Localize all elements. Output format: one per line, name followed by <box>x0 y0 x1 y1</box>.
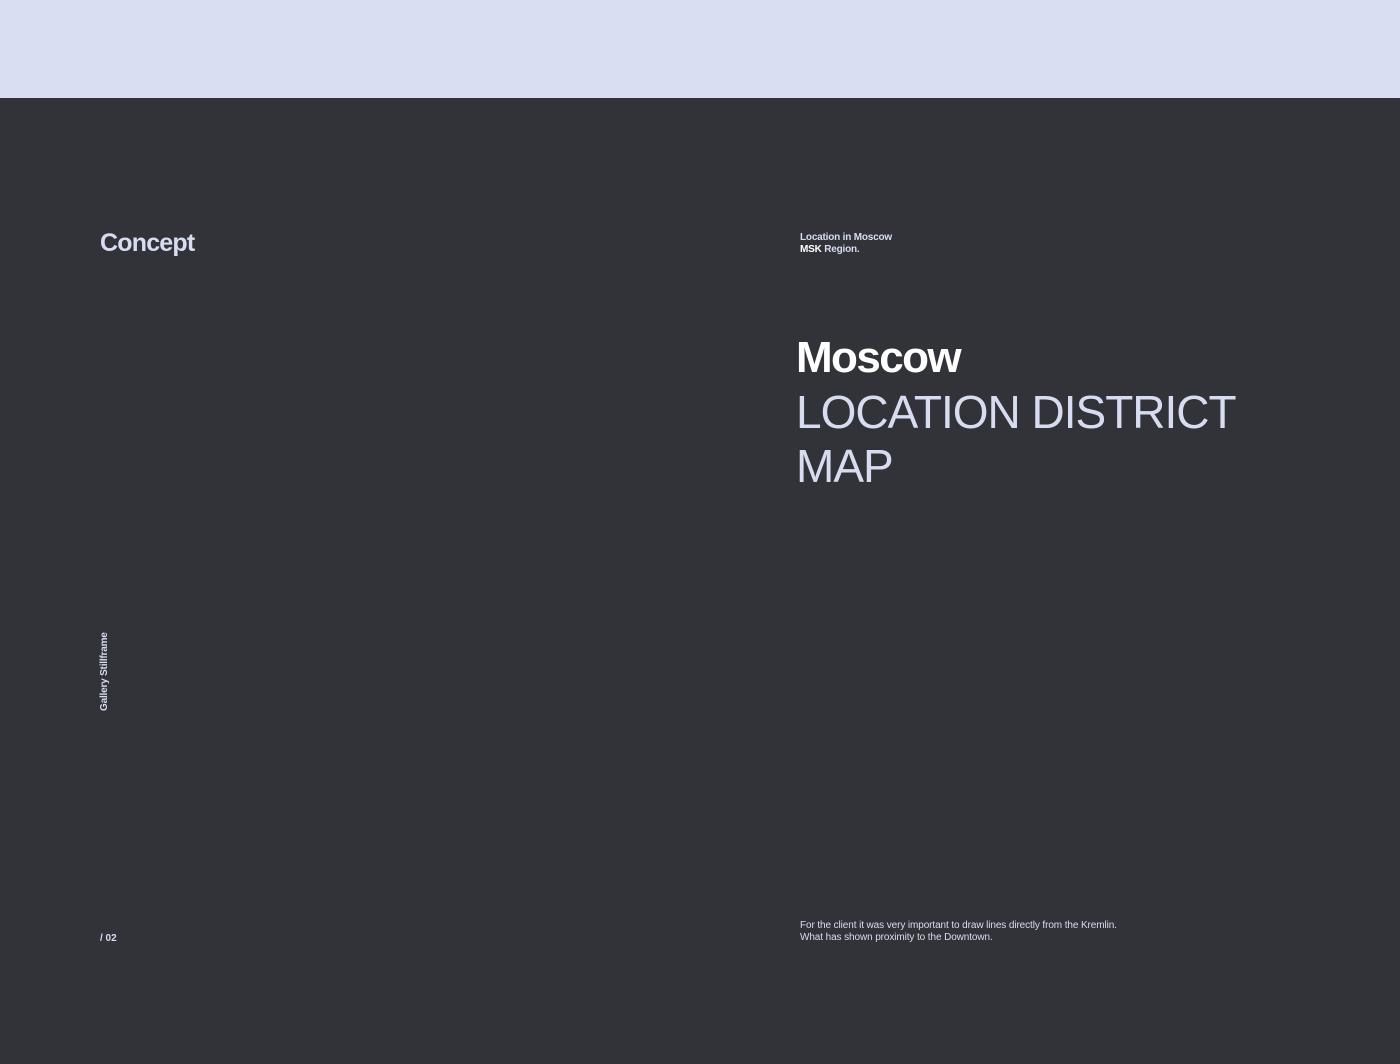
description-line2: What has shown proximity to the Downtown… <box>800 932 993 943</box>
location-note-region: Region. <box>824 244 860 255</box>
heading-city: Moscow <box>796 333 962 382</box>
side-label: Gallery Stillframe <box>99 632 110 711</box>
content-panel <box>0 98 1400 1064</box>
heading-subtitle-line2: MAP <box>796 440 894 492</box>
location-note-line1: Location in Moscow <box>800 232 892 243</box>
description-line1: For the client it was very important to … <box>800 920 1117 931</box>
page-number: / 02 <box>100 933 117 944</box>
location-note-line2: MSK Region. <box>800 244 892 256</box>
location-note: Location in Moscow MSK Region. <box>800 232 892 256</box>
heading-subtitle-line1: LOCATION DISTRICT <box>796 386 1237 438</box>
top-band <box>0 0 1400 98</box>
heading-subtitle: LOCATION DISTRICT MAP <box>796 385 1237 493</box>
heading-block: Moscow LOCATION DISTRICT MAP <box>796 333 1237 493</box>
location-note-msk: MSK <box>800 244 822 255</box>
description: For the client it was very important to … <box>800 920 1117 944</box>
section-title: Concept <box>100 229 195 257</box>
